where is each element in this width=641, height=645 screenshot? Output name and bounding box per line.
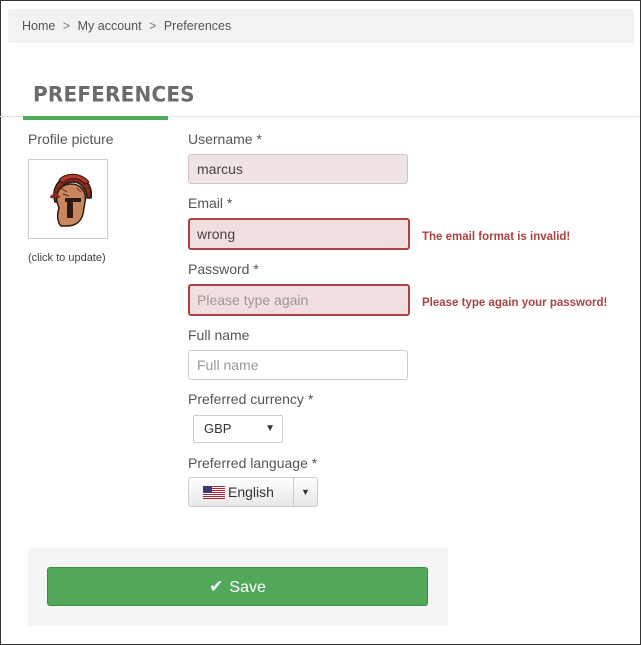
- currency-select[interactable]: GBP ▼: [193, 415, 283, 443]
- breadcrumb-home[interactable]: Home: [22, 19, 55, 33]
- breadcrumb-my-account[interactable]: My account: [78, 19, 142, 33]
- breadcrumb-preferences: Preferences: [163, 19, 232, 33]
- fullname-label: Full name: [188, 327, 250, 343]
- username-label: Username *: [188, 131, 262, 147]
- tab-preferences[interactable]: PREFERENCES: [23, 80, 195, 120]
- breadcrumb-separator: >: [62, 19, 71, 33]
- check-icon: ✔: [209, 577, 224, 596]
- us-flag-icon: [203, 486, 225, 499]
- currency-label: Preferred currency *: [188, 391, 314, 407]
- language-select-button[interactable]: English: [189, 478, 294, 506]
- email-label: Email *: [188, 195, 233, 211]
- username-field[interactable]: marcus: [188, 154, 408, 184]
- password-field[interactable]: Please type again: [188, 284, 410, 316]
- caret-down-icon: ▼: [301, 487, 310, 497]
- profile-picture-hint: (click to update): [28, 252, 106, 264]
- save-button[interactable]: ✔ Save: [47, 567, 428, 606]
- breadcrumb-separator: >: [149, 19, 157, 33]
- fullname-field[interactable]: Full name: [188, 350, 408, 380]
- password-label: Password *: [188, 261, 259, 277]
- language-selected-value: English: [228, 484, 274, 500]
- email-field[interactable]: wrong: [188, 218, 410, 250]
- save-button-label: Save: [229, 579, 266, 596]
- currency-selected-value: GBP: [204, 421, 232, 436]
- tab-preferences-label: PREFERENCES: [33, 81, 195, 107]
- email-error-message: The email format is invalid!: [422, 231, 571, 243]
- breadcrumb: Home > My account > Preferences: [8, 9, 634, 43]
- profile-picture-avatar[interactable]: [28, 159, 108, 239]
- profile-picture-label: Profile picture: [28, 131, 114, 147]
- language-select[interactable]: English ▼: [188, 477, 318, 507]
- spartan-helmet-icon: [49, 173, 93, 227]
- caret-down-icon: ▼: [265, 423, 275, 434]
- language-dropdown-toggle[interactable]: ▼: [294, 478, 317, 506]
- password-error-message: Please type again your password!: [422, 297, 608, 309]
- language-label: Preferred language *: [188, 455, 318, 471]
